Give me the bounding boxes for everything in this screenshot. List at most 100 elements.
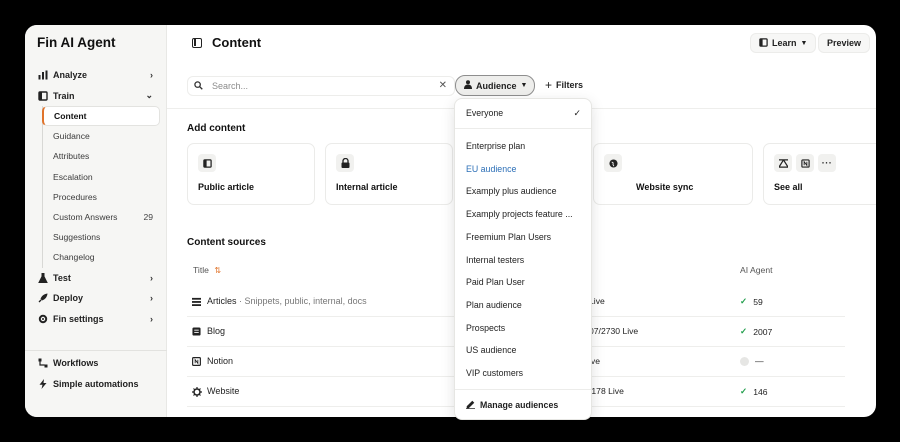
row-ai-agent-count: 2007 <box>753 326 773 337</box>
gear-icon <box>37 313 48 324</box>
page-header: Content Learn ▼ Preview <box>167 25 876 61</box>
row-status: /178 Live <box>589 386 624 396</box>
card-internal-article[interactable]: Internal article <box>325 143 453 205</box>
sidebar-item-label: Guidance <box>53 131 90 142</box>
manage-audiences-button[interactable]: Manage audiences <box>455 396 591 414</box>
filters-label: Filters <box>556 80 584 90</box>
sidebar-item-label: Analyze <box>53 70 88 81</box>
book-icon <box>198 154 216 172</box>
close-icon[interactable]: ✕ <box>439 80 447 91</box>
sidebar-item-label: Workflows <box>53 358 99 369</box>
card-label: Internal article <box>336 182 398 192</box>
row-title: Website <box>207 386 240 396</box>
card-public-article[interactable]: Public article <box>187 143 315 205</box>
sidebar-item-analyze[interactable]: Analyze › <box>25 65 167 86</box>
flask-icon <box>37 272 48 283</box>
row-subtitle: · Snippets, public, internal, docs <box>239 296 367 306</box>
card-label: Public article <box>198 182 255 192</box>
card-label: See all <box>774 182 803 192</box>
menu-item-audience[interactable]: Plan audience <box>455 296 591 314</box>
menu-item-everyone[interactable]: Everyone ✓ <box>455 104 591 122</box>
menu-item-audience[interactable]: Enterprise plan <box>455 137 591 155</box>
add-content-title: Add content <box>187 123 246 134</box>
zendesk-icon <box>774 154 792 172</box>
menu-item-audience[interactable]: Internal testers <box>455 251 591 269</box>
status-dot-icon <box>740 356 749 366</box>
sidebar-item-escalation[interactable]: Escalation <box>43 167 167 187</box>
check-icon: ✓ <box>740 326 748 336</box>
card-see-all[interactable]: ··· See all <box>763 143 876 205</box>
sidebar-item-procedures[interactable]: Procedures <box>43 187 167 207</box>
menu-item-audience[interactable]: Freemium Plan Users <box>455 228 591 246</box>
learn-button[interactable]: Learn ▼ <box>750 33 817 53</box>
menu-item-audience[interactable]: Examply plus audience <box>455 182 591 200</box>
audience-dropdown: Everyone ✓ Enterprise plan EU audience E… <box>454 98 592 420</box>
row-status: 07/2730 Live <box>589 326 639 336</box>
sidebar-item-guidance[interactable]: Guidance <box>43 126 167 146</box>
sidebar-item-label: Attributes <box>53 151 90 162</box>
check-icon: ✓ <box>740 386 748 396</box>
sidebar-item-test[interactable]: Test › <box>25 268 167 289</box>
sidebar-item-label: Procedures <box>53 191 97 202</box>
row-title-text: Articles <box>207 296 237 306</box>
caret-down-icon: ▼ <box>800 39 808 47</box>
sidebar-item-fin-settings[interactable]: Fin settings › <box>25 309 167 330</box>
plus-icon: + <box>545 78 553 92</box>
row-ai-agent: — <box>740 356 764 366</box>
audience-filter-button[interactable]: Audience ▼ <box>455 75 535 96</box>
sidebar-item-label: Deploy <box>53 293 84 304</box>
sidebar-toggle-icon[interactable] <box>192 38 202 48</box>
sidebar-item-label: Test <box>53 272 71 283</box>
app-window: Fin AI Agent Analyze › Train ⌄ Content G… <box>25 25 876 417</box>
chevron-right-icon: › <box>150 313 153 324</box>
filters-button[interactable]: + Filters <box>545 78 583 92</box>
check-icon: ✓ <box>573 107 581 118</box>
preview-button[interactable]: Preview <box>818 33 871 53</box>
sidebar-item-deploy[interactable]: Deploy › <box>25 288 167 309</box>
sidebar-item-simple-automations[interactable]: Simple automations <box>25 374 167 395</box>
menu-item-audience[interactable]: Prospects <box>455 319 591 337</box>
audience-label: Audience <box>476 80 517 91</box>
menu-divider <box>455 128 591 129</box>
sidebar-item-suggestions[interactable]: Suggestions <box>43 227 167 247</box>
row-title: Blog <box>207 326 226 336</box>
sidebar-item-changelog[interactable]: Changelog <box>43 247 167 267</box>
learn-label: Learn <box>772 38 797 48</box>
sort-icon: ⇅ <box>214 266 222 275</box>
chevron-right-icon: › <box>150 272 153 283</box>
menu-item-audience[interactable]: EU audience <box>455 160 591 178</box>
sidebar-item-label: Custom Answers <box>53 212 118 223</box>
row-title: Notion <box>207 356 234 366</box>
menu-item-audience[interactable]: Paid Plan User <box>455 273 591 291</box>
book-icon <box>37 90 48 101</box>
sidebar-item-custom-answers[interactable]: Custom Answers 29 <box>43 207 167 227</box>
menu-item-audience[interactable]: Examply projects feature ... <box>455 205 591 223</box>
book-icon <box>759 37 768 49</box>
sidebar: Fin AI Agent Analyze › Train ⌄ Content G… <box>25 25 167 417</box>
lock-icon <box>336 154 354 172</box>
row-ai-agent: ✓ 146 <box>740 386 768 397</box>
column-header-title[interactable]: Title ⇅ <box>193 265 221 275</box>
column-header-ai-agent: AI Agent <box>740 265 773 275</box>
sidebar-item-content[interactable]: Content <box>42 106 160 127</box>
menu-item-audience[interactable]: VIP customers <box>455 364 591 382</box>
sidebar-item-attributes[interactable]: Attributes <box>43 146 167 166</box>
row-ai-agent: ✓ 59 <box>740 296 763 307</box>
pencil-icon <box>466 400 475 411</box>
rocket-icon <box>37 293 48 304</box>
sidebar-item-label: Train <box>53 90 75 101</box>
row-ai-agent: ✓ 2007 <box>740 326 772 337</box>
content-sources-title: Content sources <box>187 237 266 248</box>
bolt-icon <box>37 378 48 389</box>
more-icon: ··· <box>818 154 836 172</box>
bar-chart-icon <box>37 70 48 81</box>
search-box[interactable]: ✕ <box>187 76 455 96</box>
sidebar-item-train[interactable]: Train ⌄ <box>25 86 167 107</box>
globe-icon <box>604 154 622 172</box>
card-website-sync[interactable]: Website sync <box>593 143 753 205</box>
menu-item-audience[interactable]: US audience <box>455 341 591 359</box>
check-icon: ✓ <box>740 296 748 306</box>
sidebar-item-workflows[interactable]: Workflows <box>25 353 167 374</box>
search-input[interactable] <box>212 79 422 93</box>
search-icon <box>194 81 203 92</box>
